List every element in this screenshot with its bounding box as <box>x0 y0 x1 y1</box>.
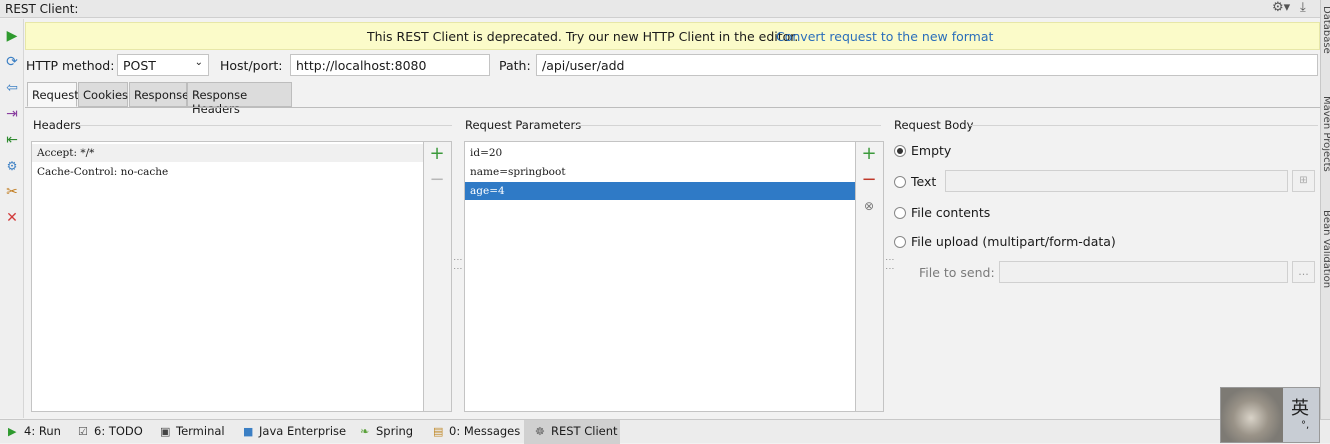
http-method-label: HTTP method: <box>26 58 115 73</box>
spring-icon: ❧ <box>360 425 370 438</box>
headers-side-toolbar: + − <box>424 141 452 412</box>
convert-request-link[interactable]: Convert request to the new format <box>776 29 993 44</box>
hide-icon[interactable]: ⤓ <box>1300 0 1306 15</box>
host-port-label: Host/port: <box>220 58 283 73</box>
config-icon[interactable]: ✂ <box>3 183 21 201</box>
path-label: Path: <box>499 58 531 73</box>
params-side-toolbar: + − ⊗ <box>856 141 884 412</box>
run-tool-button[interactable]: ▶ 4: Run <box>8 424 61 438</box>
export-icon[interactable]: ⇥ <box>3 105 21 123</box>
radio-file-contents-label: File contents <box>911 205 991 220</box>
run-icon[interactable]: ▶ <box>3 27 21 45</box>
ime-language-char: 英 <box>1291 398 1309 419</box>
java-enterprise-icon: ■ <box>243 425 254 438</box>
radio-text-label: Text <box>911 174 937 189</box>
browse-button: ... <box>1292 261 1315 283</box>
list-item[interactable]: id=20 <box>465 144 855 162</box>
remove-param-icon[interactable]: − <box>856 169 882 191</box>
splitter-handle-icon[interactable]: ⋮⋮ <box>452 255 462 273</box>
import-icon[interactable]: ⇤ <box>3 131 21 149</box>
tab-cookies[interactable]: Cookies <box>78 82 128 107</box>
params-list[interactable]: id=20 name=springboot age=4 <box>464 141 856 412</box>
file-to-send-label: File to send: <box>919 265 995 280</box>
todo-icon: ☑ <box>78 425 88 438</box>
todo-tool-label: 6: TODO <box>94 424 143 438</box>
list-item[interactable]: Cache-Control: no-cache <box>32 163 423 181</box>
gear-icon[interactable]: ⚙▾ <box>1272 0 1290 15</box>
add-param-icon[interactable]: + <box>856 143 882 165</box>
path-input[interactable]: /api/user/add <box>536 54 1318 76</box>
list-item[interactable]: Accept: */* <box>32 144 423 162</box>
http-method-value: POST <box>123 58 156 73</box>
left-toolbar: ▶ ⟳ ⇦ ⇥ ⇤ ⚙ ✂ ✕ <box>0 19 24 418</box>
tab-response-headers[interactable]: Response Headers <box>187 82 292 116</box>
terminal-icon: ▣ <box>160 425 171 438</box>
java-enterprise-tool-button[interactable]: ■ Java Enterprise <box>243 424 346 438</box>
headers-title: Headers <box>33 118 81 132</box>
tab-divider <box>25 107 1320 108</box>
close-icon[interactable]: ✕ <box>3 209 21 227</box>
radio-empty[interactable] <box>894 145 906 157</box>
deprecation-banner: This REST Client is deprecated. Try our … <box>25 22 1320 50</box>
banner-message: This REST Client is deprecated. Try our … <box>367 29 799 44</box>
run-tool-label: 4: Run <box>24 424 61 438</box>
http-method-select[interactable]: POST ⌄ <box>117 54 209 76</box>
maven-projects-tab[interactable]: Maven Projects <box>1321 96 1330 172</box>
params-title: Request Parameters <box>465 118 582 132</box>
chevron-down-icon: ⌄ <box>194 57 203 68</box>
host-port-input[interactable]: http://localhost:8080 <box>290 54 490 76</box>
cat-avatar-image <box>1221 388 1283 442</box>
messages-tool-button[interactable]: ▤ 0: Messages <box>433 424 520 438</box>
clear-params-icon[interactable]: ⊗ <box>856 195 882 217</box>
rest-client-tool-label: REST Client <box>551 424 618 438</box>
radio-empty-label: Empty <box>911 143 952 158</box>
ime-indicator[interactable]: 英 °, <box>1220 387 1320 443</box>
tool-window-titlebar: REST Client: ⚙▾ ⤓ <box>0 0 1320 18</box>
messages-tool-label: 0: Messages <box>449 424 521 438</box>
headers-title-line <box>80 125 452 126</box>
radio-file-upload-label: File upload (multipart/form-data) <box>911 234 1116 249</box>
todo-tool-button[interactable]: ☑ 6: TODO <box>78 424 143 438</box>
rest-client-icon: ☸ <box>535 425 545 438</box>
tab-response[interactable]: Response <box>129 82 189 107</box>
messages-icon: ▤ <box>433 425 444 438</box>
headers-list[interactable]: Accept: */* Cache-Control: no-cache <box>31 141 424 412</box>
tab-request[interactable]: Request <box>27 82 79 107</box>
splitter-handle-icon[interactable]: ⋮⋮ <box>884 255 894 273</box>
params-title-line <box>574 125 881 126</box>
body-title-line <box>970 125 1318 126</box>
terminal-tool-button[interactable]: ▣ Terminal <box>160 424 225 438</box>
bottom-tool-bar: ▶ 4: Run ☑ 6: TODO ▣ Terminal ■ Java Enterpr… <box>0 419 1330 444</box>
java-enterprise-tool-label: Java Enterprise <box>259 424 347 438</box>
radio-file-contents[interactable] <box>894 207 906 219</box>
expand-text-icon: ⊞ <box>1292 170 1315 192</box>
ime-punctuation-icon: °, <box>1301 420 1310 431</box>
settings-icon[interactable]: ⚙ <box>3 157 21 175</box>
spring-tool-label: Spring <box>376 424 414 438</box>
add-header-icon[interactable]: + <box>424 143 450 165</box>
rest-client-tool-button[interactable]: ☸ REST Client <box>535 424 618 438</box>
run-icon: ▶ <box>8 425 17 438</box>
right-tool-strip: Database Maven Projects Bean Validation <box>1320 0 1330 420</box>
file-to-send-field <box>999 261 1288 283</box>
list-item-selected[interactable]: age=4 <box>465 182 855 200</box>
database-tab[interactable]: Database <box>1321 6 1330 54</box>
radio-file-upload[interactable] <box>894 236 906 248</box>
terminal-tool-label: Terminal <box>176 424 225 438</box>
remove-header-icon[interactable]: − <box>424 169 450 191</box>
list-item[interactable]: name=springboot <box>465 163 855 181</box>
refresh-icon[interactable]: ⟳ <box>3 53 21 71</box>
body-text-field <box>945 170 1288 192</box>
body-title: Request Body <box>894 118 974 132</box>
bean-validation-tab[interactable]: Bean Validation <box>1321 210 1330 288</box>
back-icon[interactable]: ⇦ <box>3 79 21 97</box>
radio-text[interactable] <box>894 176 906 188</box>
spring-tool-button[interactable]: ❧ Spring <box>360 424 413 438</box>
tool-window-title: REST Client: <box>5 2 79 16</box>
